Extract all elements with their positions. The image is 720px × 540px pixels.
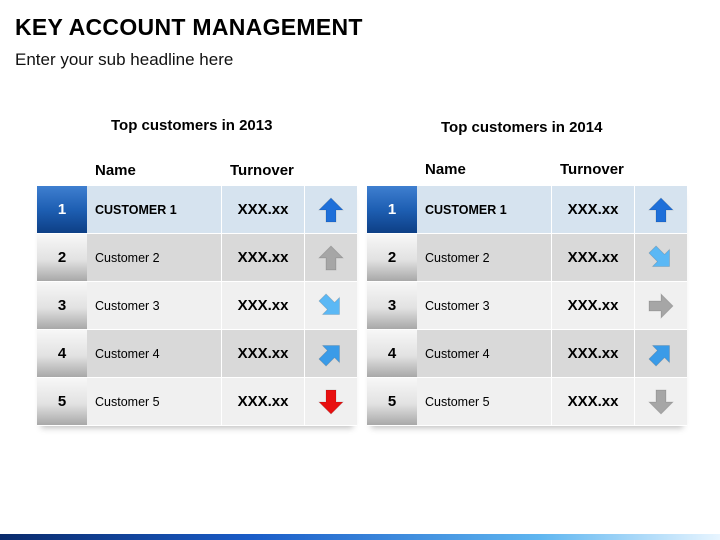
turnover-value: XXX.xx	[222, 330, 305, 377]
table-title: Top customers in 2014	[441, 119, 603, 136]
customer-name: Customer 2	[417, 234, 552, 281]
column-header-name: Name	[95, 162, 136, 179]
arrow-up-right-icon	[305, 330, 357, 377]
rank-cell: 1	[37, 186, 87, 233]
table-title: Top customers in 2013	[111, 117, 273, 134]
turnover-value: XXX.xx	[552, 282, 635, 329]
footer-gradient-bar	[0, 534, 720, 540]
rank-cell: 4	[37, 330, 87, 377]
arrow-up-icon	[305, 234, 357, 281]
rank-cell: 1	[367, 186, 417, 233]
customer-name: Customer 3	[87, 282, 222, 329]
turnover-value: XXX.xx	[552, 378, 635, 425]
column-header-name: Name	[425, 161, 466, 178]
page-title: KEY ACCOUNT MANAGEMENT	[15, 14, 363, 40]
arrow-right-icon	[635, 282, 687, 329]
table-row[interactable]: 4 Customer 4 XXX.xx	[37, 330, 357, 378]
arrow-up-icon	[305, 186, 357, 233]
table-row[interactable]: 3 Customer 3 XXX.xx	[367, 282, 687, 330]
table-row[interactable]: 5 Customer 5 XXX.xx	[367, 378, 687, 426]
customer-table: 1 CUSTOMER 1 XXX.xx 2 Customer 2 XXX.xx …	[37, 186, 357, 426]
customer-table: 1 CUSTOMER 1 XXX.xx 2 Customer 2 XXX.xx …	[367, 186, 687, 426]
arrow-down-right-icon	[305, 282, 357, 329]
arrow-down-icon	[635, 378, 687, 425]
column-header-turnover: Turnover	[560, 161, 624, 178]
turnover-value: XXX.xx	[222, 186, 305, 233]
customer-name: Customer 3	[417, 282, 552, 329]
arrow-down-icon	[305, 378, 357, 425]
turnover-value: XXX.xx	[552, 186, 635, 233]
arrow-down-right-icon	[635, 234, 687, 281]
table-row[interactable]: 1 CUSTOMER 1 XXX.xx	[37, 186, 357, 234]
arrow-up-icon	[635, 186, 687, 233]
table-row[interactable]: 2 Customer 2 XXX.xx	[367, 234, 687, 282]
turnover-value: XXX.xx	[222, 234, 305, 281]
rank-cell: 5	[367, 378, 417, 425]
customer-name: CUSTOMER 1	[87, 186, 222, 233]
turnover-value: XXX.xx	[552, 330, 635, 377]
customer-name: Customer 5	[417, 378, 552, 425]
rank-cell: 3	[37, 282, 87, 329]
table-row[interactable]: 4 Customer 4 XXX.xx	[367, 330, 687, 378]
table-row[interactable]: 2 Customer 2 XXX.xx	[37, 234, 357, 282]
rank-cell: 4	[367, 330, 417, 377]
customer-name: Customer 4	[417, 330, 552, 377]
turnover-value: XXX.xx	[222, 282, 305, 329]
customer-name: CUSTOMER 1	[417, 186, 552, 233]
column-header-turnover: Turnover	[230, 162, 294, 179]
rank-cell: 2	[367, 234, 417, 281]
page-subtitle: Enter your sub headline here	[15, 50, 234, 69]
table-row[interactable]: 5 Customer 5 XXX.xx	[37, 378, 357, 426]
arrow-up-right-icon	[635, 330, 687, 377]
rank-cell: 2	[37, 234, 87, 281]
turnover-value: XXX.xx	[552, 234, 635, 281]
customer-name: Customer 4	[87, 330, 222, 377]
table-row[interactable]: 3 Customer 3 XXX.xx	[37, 282, 357, 330]
rank-cell: 5	[37, 378, 87, 425]
customer-name: Customer 5	[87, 378, 222, 425]
table-row[interactable]: 1 CUSTOMER 1 XXX.xx	[367, 186, 687, 234]
turnover-value: XXX.xx	[222, 378, 305, 425]
customer-name: Customer 2	[87, 234, 222, 281]
rank-cell: 3	[367, 282, 417, 329]
